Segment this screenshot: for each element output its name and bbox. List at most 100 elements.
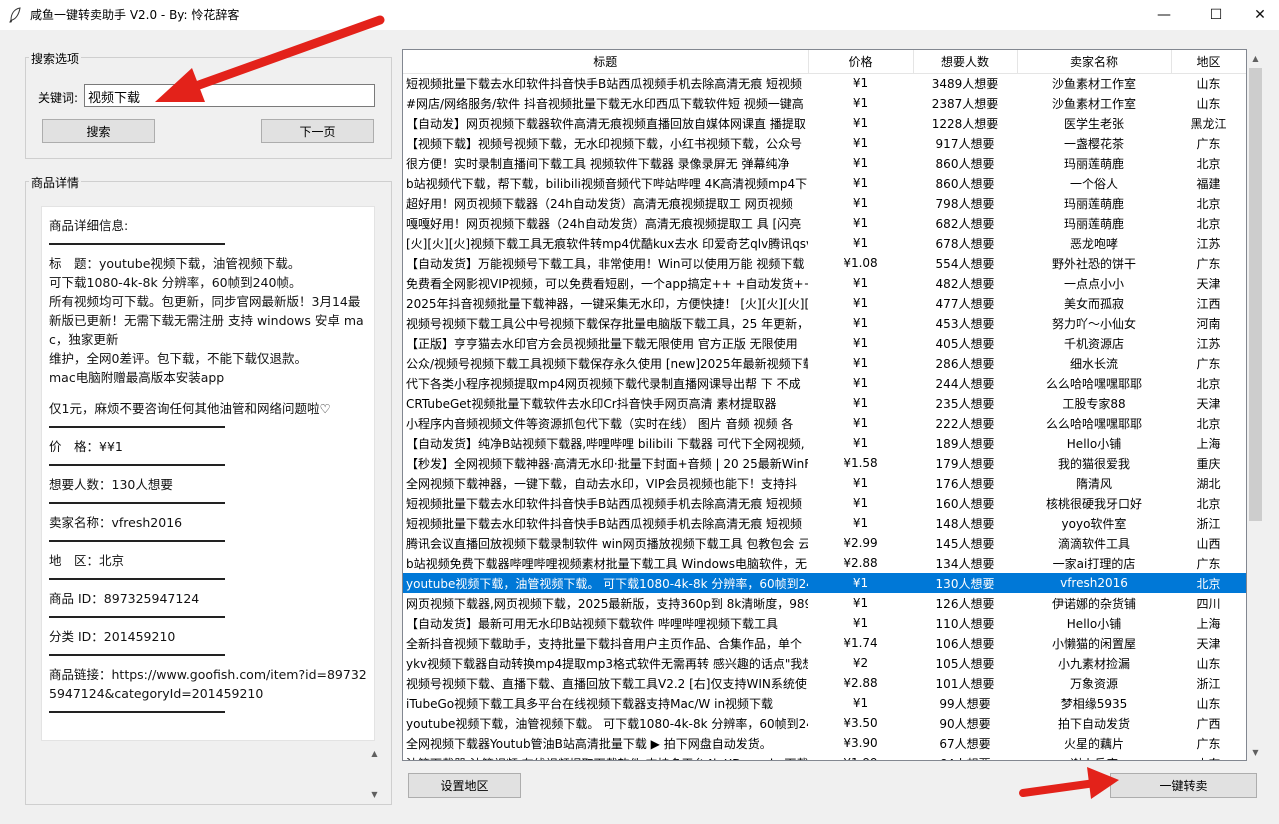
cell-wants: 860人想要 xyxy=(935,156,995,171)
details-scrollbar[interactable]: ▲ ▼ xyxy=(366,745,383,803)
table-row[interactable]: 全新抖音视频下载助手，支持批量下载抖音用户主页作品、合集作品，单个 ¥1.74 10… xyxy=(403,633,1246,653)
search-button[interactable]: 搜索 xyxy=(42,119,155,143)
table-row[interactable]: 油管下载器 油管视频 在线视频提取下载软件 支持多平台4k XDown lo 下… xyxy=(403,753,1246,761)
product-details-text[interactable]: 商品详细信息: 标 题：youtube视频下载，油管视频下载。 可下载1080-… xyxy=(41,206,375,741)
cell-title: 网页视频下载器,网页视频下载，2025最新版，支持360p到 8k清晰度，989 xyxy=(406,596,808,611)
results-table[interactable]: 标题 价格 想要人数 卖家名称 地区 短视频批量下载去水印软件抖音快手B站西瓜视… xyxy=(402,49,1247,761)
table-row[interactable]: 很方便！实时录制直播间下载工具 视频软件下载器 录像录屏无 弹幕纯净 ¥1 860人… xyxy=(403,153,1246,173)
table-row[interactable]: 2025年抖音视频批量下载神器，一键采集无水印，方便快捷！ [火][火][火][… xyxy=(403,293,1246,313)
cell-seller: 小懒猫的闲置屋 xyxy=(1051,636,1136,651)
cell-wants: 160人想要 xyxy=(935,496,995,511)
table-row[interactable]: b站视频代下载，帮下载，bilibili视频音频代下哔站哔哩 4K高清视频mp4… xyxy=(403,173,1246,193)
next-page-button[interactable]: 下一页 xyxy=(261,119,374,143)
cell-seller: yoyo软件室 xyxy=(1061,516,1127,531)
table-row[interactable]: b站视频免费下载器哔哩哔哩视频素材批量下载工具 Windows电脑软件，无 ¥2.… xyxy=(403,553,1246,573)
scroll-thumb[interactable] xyxy=(1249,68,1262,521)
cell-title: 视频号视频下载工具公中号视频下载保存批量电脑版下载工具，25 年更新， xyxy=(406,316,808,331)
cell-price: ¥3.50 xyxy=(843,716,878,730)
cell-title: 全网视频下载神器，一键下载，自动去水印，VIP会员视频也能下！支持抖 xyxy=(406,476,797,491)
cell-price: ¥1 xyxy=(808,573,913,593)
scroll-down-icon[interactable]: ▼ xyxy=(366,786,383,803)
maximize-button[interactable]: ☐ xyxy=(1193,0,1239,30)
column-header-wants[interactable]: 想要人数 xyxy=(913,50,1018,74)
cell-price: ¥1 xyxy=(852,156,869,170)
one-click-resell-button[interactable]: 一键转卖 xyxy=(1110,773,1257,798)
table-row[interactable]: 腾讯会议直播回放视频下载录制软件 win网页播放视频下载工具 包教包会 云 ¥2.… xyxy=(403,533,1246,553)
table-row[interactable]: 免费看全网影视VIP视频，可以免费看短剧，一个app搞定++ +自动发货++ ¥1… xyxy=(403,273,1246,293)
cell-wants: 222人想要 xyxy=(935,416,995,431)
table-row[interactable]: 公众/视频号视频下载工具视频下载保存永久使用 [new]2025年最新视频下载 ¥… xyxy=(403,353,1246,373)
cell-seller: Hello小铺 xyxy=(1066,616,1122,631)
table-row[interactable]: 【自动发货】万能视频号下载工具，非常使用！Win可以使用万能 视频下载 ¥1.08… xyxy=(403,253,1246,273)
cell-price: ¥1 xyxy=(852,376,869,390)
table-row[interactable]: 【秒发】全网视频下载神器·高清无水印·批量下封面+音频 | 20 25最新Win… xyxy=(403,453,1246,473)
table-row[interactable]: CRTubeGet视频批量下载软件去水印Cr抖音快手网页高清 素材提取器 ¥1 23… xyxy=(403,393,1246,413)
scroll-down-icon[interactable]: ▼ xyxy=(1247,744,1264,761)
details-desc-line: mac电脑附赠最高版本安装app xyxy=(49,370,225,385)
cell-price: ¥1 xyxy=(852,476,869,490)
table-row[interactable]: 【自动发】网页视频下载器软件高清无痕视频直播回放自媒体网课直 播提取 ¥1 1228… xyxy=(403,113,1246,133)
cell-region: 广东 xyxy=(1196,356,1221,371)
cell-region: 天津 xyxy=(1196,276,1221,291)
column-header-seller[interactable]: 卖家名称 xyxy=(1017,50,1172,74)
table-row[interactable]: 【正版】亨亨猫去水印官方会员视频批量下载无限使用 官方正版 无限使用 ¥1 405人… xyxy=(403,333,1246,353)
minimize-button[interactable]: — xyxy=(1141,0,1187,30)
table-row[interactable]: 小程序内音频视频文件等资源抓包代下载（实时在线） 图片 音频 视频 各 ¥1 222… xyxy=(403,413,1246,433)
table-row[interactable]: #网店/网络服务/软件 抖音视频批量下载无水印西瓜下载软件短 视频一键高 ¥1 23… xyxy=(403,93,1246,113)
column-header-title[interactable]: 标题 xyxy=(403,50,809,74)
cell-wants: 64人想要 xyxy=(913,753,1017,761)
scroll-up-icon[interactable]: ▲ xyxy=(366,745,383,762)
table-row[interactable]: 短视频批量下载去水印软件抖音快手B站西瓜视频手机去除高清无痕 短视频 ¥1 148人… xyxy=(403,513,1246,533)
table-row[interactable]: 视频号视频下载工具公中号视频下载保存批量电脑版下载工具，25 年更新， ¥1 453… xyxy=(403,313,1246,333)
table-row[interactable]: [火][火][火]视频下载工具无痕软件转mp4优酷kux去水 印爱奇艺qlv腾讯… xyxy=(403,233,1246,253)
cell-wants: 179人想要 xyxy=(935,456,995,471)
column-header-price[interactable]: 价格 xyxy=(808,50,914,74)
table-row[interactable]: 网页视频下载器,网页视频下载，2025最新版，支持360p到 8k清晰度，989… xyxy=(403,593,1246,613)
cell-wants: 477人想要 xyxy=(935,296,995,311)
table-scrollbar[interactable]: ▲ ▼ xyxy=(1247,50,1264,761)
table-row[interactable]: ykv视频下载器自动转换mp4提取mp3格式软件无需再转 感兴趣的话点"我想 ¥2… xyxy=(403,653,1246,673)
table-row[interactable]: 【自动发货】最新可用无水印B站视频下载软件 哔哩哔哩视频下载工具 ¥1 110人想要… xyxy=(403,613,1246,633)
cell-region: 山东 xyxy=(1196,96,1221,111)
table-row[interactable]: 嘎嘎好用！网页视频下载器（24h自动发货）高清无痕视频提取工 具 [闪亮 ¥1 68… xyxy=(403,213,1246,233)
details-seller: 卖家名称：vfresh2016 xyxy=(49,515,183,530)
details-category-id: 分类 ID：201459210 xyxy=(49,629,176,644)
table-row[interactable]: 全网视频下载神器，一键下载，自动去水印，VIP会员视频也能下！支持抖 ¥1 176人… xyxy=(403,473,1246,493)
cell-region: 江西 xyxy=(1196,296,1221,311)
scroll-up-icon[interactable]: ▲ xyxy=(1247,50,1264,67)
table-row[interactable]: iTubeGo视频下载工具多平台在线视频下载器支持Mac/W in视频下载 ¥1 9… xyxy=(403,693,1246,713)
cell-title: 免费看全网影视VIP视频，可以免费看短剧，一个app搞定++ +自动发货++ xyxy=(406,276,808,291)
table-row[interactable]: 短视频批量下载去水印软件抖音快手B站西瓜视频手机去除高清无痕 短视频 ¥1 3489… xyxy=(403,73,1246,93)
table-row[interactable]: youtube视频下载，油管视频下载。 可下载1080-4k-8k 分辨率，60… xyxy=(403,573,1246,593)
table-row[interactable]: 代下各类小程序视频提取mp4网页视频下载代录制直播网课导出帮 下 不成 ¥1 244… xyxy=(403,373,1246,393)
cell-title: iTubeGo视频下载工具多平台在线视频下载器支持Mac/W in视频下载 xyxy=(406,696,774,711)
cell-price: ¥1 xyxy=(852,296,869,310)
cell-title: 视频号视频下载、直播下载、直播回放下载工具V2.2 [右]仅支持WIN系统使 xyxy=(406,676,807,691)
table-row[interactable]: 视频号视频下载、直播下载、直播回放下载工具V2.2 [右]仅支持WIN系统使 ¥2… xyxy=(403,673,1246,693)
table-row[interactable]: 【自动发货】纯净B站视频下载器,哔哩哔哩 bilibili 下载器 可代下全网视… xyxy=(403,433,1246,453)
cell-region: 北京 xyxy=(1196,416,1221,431)
cell-title: 2025年抖音视频批量下载神器，一键采集无水印，方便快捷！ [火][火][火][ xyxy=(406,296,808,311)
details-desc-line: 可下载1080-4k-8k 分辨率，60帧到240帧。 xyxy=(49,275,302,290)
table-row[interactable]: 超好用！网页视频下载器（24h自动发货）高清无痕视频提取工 网页视频 ¥1 798人… xyxy=(403,193,1246,213)
cell-region: 北京 xyxy=(1196,216,1221,231)
separator xyxy=(49,502,225,504)
details-item-id: 商品 ID：897325947124 xyxy=(49,591,200,606)
table-row[interactable]: 短视频批量下载去水印软件抖音快手B站西瓜视频手机去除高清无痕 短视频 ¥1 160人… xyxy=(403,493,1246,513)
close-button[interactable]: ✕ xyxy=(1237,0,1279,30)
table-row[interactable]: 全网视频下载器Youtub管油B站高清批量下载 ▶ 拍下网盘自动发货。 ¥3.90… xyxy=(403,733,1246,753)
cell-region: 北京 xyxy=(1196,376,1221,391)
cell-price: ¥1 xyxy=(852,496,869,510)
cell-price: ¥1 xyxy=(852,416,869,430)
cell-title: 公众/视频号视频下载工具视频下载保存永久使用 [new]2025年最新视频下载 xyxy=(406,356,808,371)
cell-region: 山东 xyxy=(1171,753,1246,761)
cell-title: 短视频批量下载去水印软件抖音快手B站西瓜视频手机去除高清无痕 短视频 xyxy=(406,76,803,91)
set-region-button[interactable]: 设置地区 xyxy=(408,773,521,798)
cell-region: 天津 xyxy=(1196,636,1221,651)
cell-seller: 一盏樱花茶 xyxy=(1063,136,1124,151)
table-row[interactable]: 【视频下载】视频号视频下载，无水印视频下载，小红书视频下载，公众号 ¥1 917人想… xyxy=(403,133,1246,153)
column-header-region[interactable]: 地区 xyxy=(1171,50,1246,74)
table-row[interactable]: youtube视频下载，油管视频下载。 可下载1080-4k-8k 分辨率，60… xyxy=(403,713,1246,733)
details-desc-line: 维护，全网0差评。包下载，不能下载仅退款。 xyxy=(49,351,307,366)
cell-wants: 189人想要 xyxy=(935,436,995,451)
